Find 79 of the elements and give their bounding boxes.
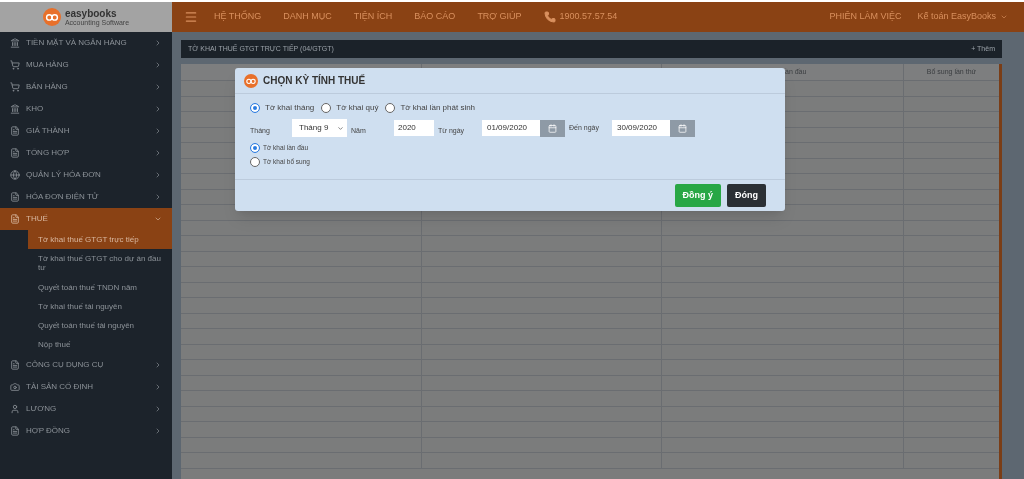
chevron-icon (154, 171, 162, 179)
sidebar-subitem[interactable]: Quyết toán thuế TNDN năm (28, 277, 172, 297)
radio-button[interactable] (250, 157, 260, 167)
calendar-button[interactable] (540, 119, 565, 137)
nav-menu-item[interactable]: TIỆN ÍCH (353, 10, 393, 24)
chevron-icon (154, 361, 162, 370)
menu-item-icon (10, 82, 20, 92)
phone-number: 1900.57.57.54 (559, 10, 618, 24)
sidebar-item[interactable]: THUẾ (0, 208, 172, 230)
sidebar-subitem[interactable]: Tờ khai thuế tài nguyên (28, 296, 172, 316)
sidebar-item[interactable]: TIỀN MẶT VÀ NGÂN HÀNG (0, 32, 172, 54)
radio-label: Tờ khai lần phát sinh (400, 102, 476, 114)
radio-label: Tờ khai quý (336, 102, 379, 114)
radio-button[interactable] (250, 143, 260, 153)
nav-menu-item[interactable]: TRỢ GIÚP (477, 10, 522, 24)
sidebar-item[interactable]: QUẢN LÝ HÓA ĐƠN (0, 164, 172, 186)
chevron-icon (154, 39, 162, 47)
chevron-icon (154, 105, 162, 113)
chevron-icon (154, 405, 162, 414)
chevron-icon (154, 193, 162, 201)
chevron-icon (154, 83, 162, 91)
date-input[interactable]: 01/09/2020 (482, 120, 540, 136)
sidebar-item[interactable]: KHO (0, 98, 172, 120)
radio-button[interactable] (321, 103, 332, 113)
menu-item-icon (10, 360, 20, 371)
calendar-button[interactable] (670, 119, 695, 137)
month-select[interactable]: Tháng 9 (292, 119, 347, 137)
logo-icon (244, 73, 258, 88)
sidebar-item[interactable]: CÔNG CỤ DỤNG CỤ (0, 354, 172, 377)
chevron-icon (154, 383, 162, 392)
sidebar-item[interactable]: TÀI SẢN CỐ ĐỊNH (0, 376, 172, 399)
chevron-icon (154, 427, 162, 436)
caret-icon (1000, 13, 1008, 21)
chevron-icon (154, 149, 162, 157)
agree-button[interactable]: Đồng ý (674, 184, 721, 207)
brand-name: easybooks (64, 8, 118, 19)
menu-item-icon (10, 214, 20, 224)
sidebar-subitem[interactable]: Tờ khai thuế GTGT cho dự án đầu tư (28, 249, 172, 278)
chevron-icon (154, 61, 162, 69)
menu-item-icon (10, 148, 20, 158)
dialog-title: CHỌN KỲ TÍNH THUẾ (263, 73, 366, 88)
sidebar-item[interactable]: HỢP ĐỒNG (0, 420, 172, 443)
sidebar-subitem[interactable]: Quyết toán thuế tài nguyên (28, 315, 172, 336)
radio-button[interactable] (385, 103, 396, 113)
nav-menu-item[interactable]: BÁO CÁO (414, 10, 456, 24)
sidebar-item[interactable]: MUA HÀNG (0, 54, 172, 76)
menu-item-icon (10, 38, 20, 48)
menu-item-icon (10, 426, 20, 437)
menu-item-icon (10, 170, 20, 180)
menu-item-icon (10, 60, 20, 70)
sidebar-item[interactable]: LƯƠNG (0, 398, 172, 421)
close-button[interactable]: Đóng (727, 184, 766, 207)
user-menu[interactable]: Kế toán EasyBooks (917, 10, 1008, 24)
menu-item-icon (10, 126, 20, 136)
menu-item-icon (10, 404, 20, 415)
menu-item-icon (10, 382, 20, 393)
menu-item-icon (10, 192, 20, 202)
menu-item-icon (10, 104, 20, 114)
year-input[interactable]: 2020 (394, 120, 434, 136)
nav-menu-item[interactable]: HỆ THỐNG (214, 10, 262, 24)
menu-icon[interactable] (184, 10, 198, 24)
radio-button[interactable] (250, 103, 260, 113)
nav-menu-item[interactable]: DANH MỤC (283, 10, 332, 24)
calendar-icon (678, 123, 687, 133)
session-link[interactable]: PHIÊN LÀM VIỆC (829, 10, 902, 24)
sidebar-item[interactable]: BÁN HÀNG (0, 76, 172, 98)
logo-icon (42, 8, 61, 26)
sidebar-subitem[interactable]: Nộp thuế (28, 335, 172, 355)
calendar-icon (548, 123, 557, 133)
sidebar-item[interactable]: HÓA ĐƠN ĐIỆN TỬ (0, 186, 172, 208)
sidebar-item[interactable]: TỔNG HỢP (0, 142, 172, 164)
phone-icon (543, 11, 556, 23)
sidebar-subitem[interactable]: Tờ khai thuế GTGT trực tiếp (28, 230, 172, 250)
radio-label: Tờ khai tháng (265, 102, 315, 114)
sidebar-item[interactable]: GIÁ THÀNH (0, 120, 172, 142)
caret-icon (337, 124, 344, 132)
chevron-icon (154, 127, 162, 135)
chevron-icon (154, 215, 162, 223)
date-input[interactable]: 30/09/2020 (612, 120, 670, 136)
